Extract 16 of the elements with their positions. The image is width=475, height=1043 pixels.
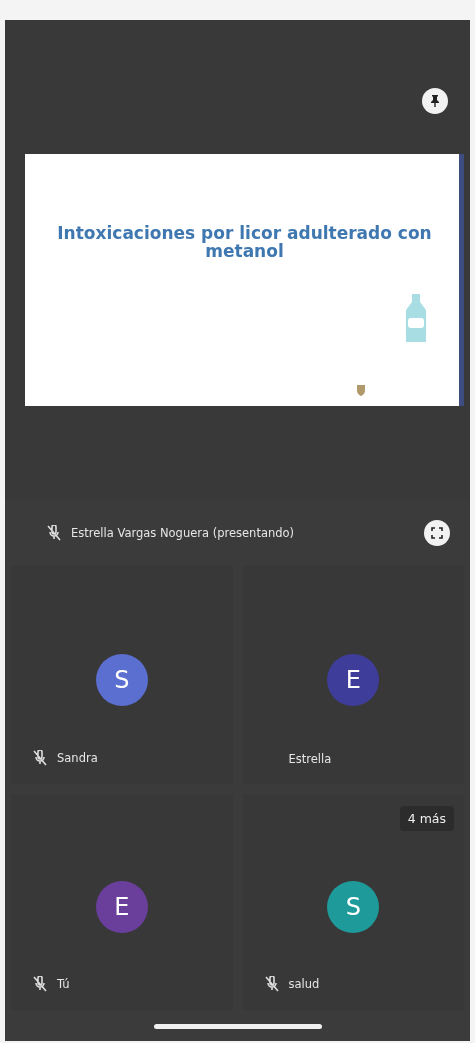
avatar: E [95,881,148,933]
more-participants-badge[interactable]: 4 más [399,806,454,831]
avatar: E [327,654,380,706]
avatar: S [327,881,380,933]
participant-name: Sandra [57,751,98,765]
pin-icon [430,95,440,107]
presenter-name: Estrella Vargas Noguera (presentando) [71,526,296,540]
fullscreen-icon [431,527,443,539]
emblem-icon [356,384,366,396]
participant-name: Estrella [288,752,332,766]
pin-button[interactable] [422,88,448,114]
fullscreen-button[interactable] [424,520,450,546]
slide-title: Intoxicaciones por licor adulterado con metanol [56,224,433,260]
avatar: S [95,654,148,706]
participant-name: salud [288,977,320,991]
participant-name: Tú [57,977,70,991]
